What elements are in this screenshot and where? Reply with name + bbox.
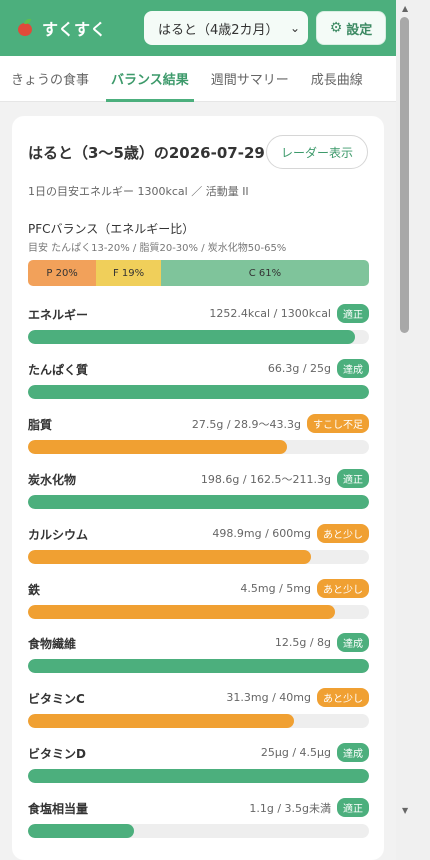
nutrient-row-protein: たんぱく質 66.3g / 25g 達成 [28, 359, 369, 401]
nutrient-row-carbohydrate: 炭水化物 198.6g / 162.5〜211.3g 適正 [28, 469, 369, 511]
app-header: すくすく はると（4歳2カ月） ⌄ ⚙ 設定 [0, 0, 396, 56]
status-badge: あと少し [317, 524, 369, 543]
energy-target-text: 1日の目安エネルギー 1300kcal ／ 活動量 II [28, 185, 249, 198]
progress-track [28, 330, 369, 344]
nutrient-name: 脂質 [28, 418, 53, 432]
nutrient-value: 498.9mg / 600mg [212, 527, 311, 540]
nutrient-name: 食物繊維 [28, 637, 77, 651]
nutrient-row-iron: 鉄 4.5mg / 5mg あと少し [28, 579, 369, 621]
tab-growth-curve[interactable]: 成長曲線 [300, 56, 374, 101]
status-badge: 適正 [337, 469, 369, 488]
progress-fill [28, 769, 369, 783]
nutrient-name: たんぱく質 [28, 363, 89, 377]
settings-label: 設定 [346, 22, 373, 38]
nutrient-name: カルシウム [28, 528, 89, 542]
pfc-target-text: 目安 たんぱく13-20% / 脂質20-30% / 炭水化物50-65% [28, 243, 287, 254]
progress-fill [28, 495, 369, 509]
progress-fill [28, 714, 294, 728]
nutrient-row-calcium: カルシウム 498.9mg / 600mg あと少し [28, 524, 369, 566]
status-badge: あと少し [317, 579, 369, 598]
pfc-balance-bar: P 20% F 19% C 61% [28, 260, 369, 286]
result-title: はると（3〜5歳）の2026-07-29 [28, 143, 265, 162]
nutrient-value: 4.5mg / 5mg [240, 582, 311, 595]
settings-button[interactable]: ⚙ 設定 [316, 11, 386, 45]
progress-fill [28, 440, 288, 454]
child-select[interactable]: はると（4歳2カ月） ⌄ [144, 11, 308, 45]
progress-track [28, 550, 369, 564]
progress-fill [28, 385, 369, 399]
status-badge: すこし不足 [307, 414, 369, 433]
app-logo[interactable]: すくすく [16, 16, 106, 40]
nutrient-row-energy: エネルギー 1252.4kcal / 1300kcal 適正 [28, 304, 369, 346]
nutrient-value: 66.3g / 25g [267, 362, 331, 375]
scroll-up-arrow-icon[interactable]: ▲ [402, 4, 408, 13]
nutrient-row-fat: 脂質 27.5g / 28.9〜43.3g すこし不足 [28, 414, 369, 456]
status-badge: 達成 [337, 633, 369, 652]
radar-view-button[interactable]: レーダー表示 [266, 135, 368, 169]
nutrient-value: 31.3mg / 40mg [226, 691, 311, 704]
status-badge: 達成 [337, 359, 369, 378]
progress-fill [28, 824, 134, 838]
nutrient-name: ビタミンC [28, 692, 85, 706]
progress-fill [28, 659, 369, 673]
progress-track [28, 769, 369, 783]
nutrient-row-fiber: 食物繊維 12.5g / 8g 達成 [28, 633, 369, 675]
nutrient-value: 1.1g / 3.5g未満 [249, 801, 331, 815]
tab-bar: きょうの食事 バランス結果 週間サマリー 成長曲線 [0, 56, 396, 102]
nutrient-value: 27.5g / 28.9〜43.3g [191, 417, 301, 431]
nutrient-name: 食塩相当量 [28, 802, 89, 816]
nutrient-name: ビタミンD [28, 747, 86, 761]
pfc-protein-segment: P 20% [28, 260, 97, 286]
progress-track [28, 495, 369, 509]
progress-track [28, 659, 369, 673]
scrollbar-thumb[interactable] [400, 17, 409, 333]
pfc-carb-segment: C 61% [160, 260, 369, 286]
progress-track [28, 605, 369, 619]
nutrient-name: 炭水化物 [28, 473, 77, 487]
nutrient-row-vitamin-c: ビタミンC 31.3mg / 40mg あと少し [28, 688, 369, 730]
tab-balance-result[interactable]: バランス結果 [100, 56, 200, 102]
status-badge: 達成 [337, 743, 369, 762]
status-badge: あと少し [317, 688, 369, 707]
balance-result-card: はると（3〜5歳）の2026-07-29 レーダー表示 1日の目安エネルギー 1… [12, 116, 384, 860]
progress-track [28, 440, 369, 454]
progress-fill [28, 330, 356, 344]
nutrient-row-salt: 食塩相当量 1.1g / 3.5g未満 適正 [28, 798, 369, 840]
nutrient-value: 12.5g / 8g [274, 636, 331, 649]
tab-weekly-summary[interactable]: 週間サマリー [200, 56, 300, 101]
apple-icon [16, 19, 34, 37]
progress-track [28, 714, 369, 728]
progress-track [28, 824, 369, 838]
nutrient-value: 1252.4kcal / 1300kcal [209, 307, 331, 320]
pfc-title: PFCバランス（エネルギー比） [28, 222, 195, 236]
scroll-down-arrow-icon[interactable]: ▼ [402, 806, 408, 815]
chevron-down-icon: ⌄ [289, 21, 300, 35]
progress-fill [28, 550, 312, 564]
tab-todays-meals[interactable]: きょうの食事 [0, 56, 100, 101]
nutrient-value: 198.6g / 162.5〜211.3g [200, 472, 331, 486]
pfc-fat-segment: F 19% [96, 260, 161, 286]
child-select-value: はると（4歳2カ月） [158, 22, 279, 38]
progress-fill [28, 605, 335, 619]
nutrient-row-vitamin-d: ビタミンD 25μg / 4.5μg 達成 [28, 743, 369, 785]
nutrient-name: 鉄 [28, 583, 41, 597]
progress-track [28, 385, 369, 399]
nutrient-value: 25μg / 4.5μg [260, 746, 331, 759]
nutrient-name: エネルギー [28, 308, 89, 322]
status-badge: 適正 [337, 304, 369, 323]
gear-icon: ⚙ [329, 20, 343, 36]
app-name: すくすく [42, 20, 107, 39]
status-badge: 適正 [337, 798, 369, 817]
